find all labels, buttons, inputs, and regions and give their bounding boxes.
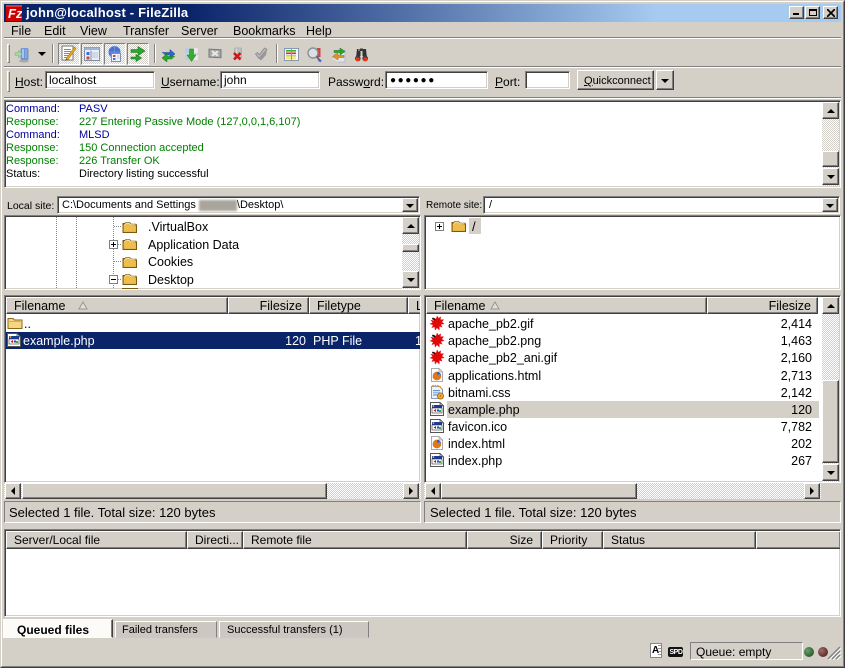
svg-text:Fz: Fz bbox=[8, 6, 22, 21]
